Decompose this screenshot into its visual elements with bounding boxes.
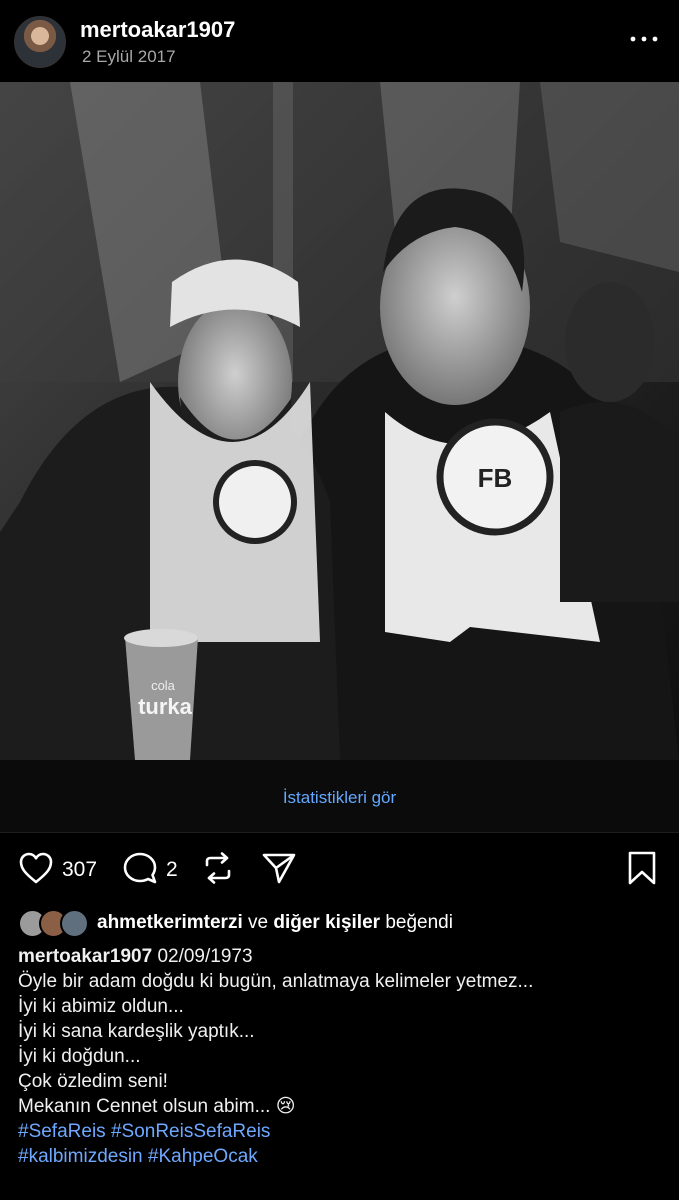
caption-line: İyi ki abimiz oldun... xyxy=(18,996,184,1017)
comment-button[interactable]: 2 xyxy=(122,836,178,904)
liked-by-text: ahmetkerimterzi ve diğer kişiler beğendi xyxy=(97,912,453,934)
caption-line: İyi ki sana kardeşlik yaptık... xyxy=(18,1021,255,1042)
crying-emoji: 😢 xyxy=(275,1096,296,1117)
liked-by-row[interactable]: ahmetkerimterzi ve diğer kişiler beğendi xyxy=(18,906,453,940)
svg-text:FB: FB xyxy=(478,463,513,493)
repost-button[interactable] xyxy=(201,836,235,904)
action-bar: 307 2 xyxy=(0,836,679,904)
hashtag-link[interactable]: #kalbimizdesin xyxy=(18,1146,143,1167)
liked-by-suffix: beğendi xyxy=(385,912,453,933)
comment-count[interactable]: 2 xyxy=(166,858,178,882)
like-count[interactable]: 307 xyxy=(62,858,97,882)
insights-row: İstatistikleri gör xyxy=(0,760,679,832)
hashtag-link[interactable]: #SonReisSefaReis xyxy=(111,1121,270,1142)
like-button[interactable]: 307 xyxy=(18,836,97,904)
post-photo[interactable]: FB cola turka xyxy=(0,82,679,760)
caption-line: Mekanın Cennet olsun abim... xyxy=(18,1096,271,1117)
bookmark-icon[interactable] xyxy=(626,850,658,891)
caption-line: Çok özledim seni! xyxy=(18,1071,168,1092)
profile-avatar[interactable] xyxy=(14,16,66,68)
cup-text-top: cola xyxy=(151,678,176,693)
divider xyxy=(0,832,679,833)
hashtag-link[interactable]: #SefaReis xyxy=(18,1121,106,1142)
share-icon[interactable] xyxy=(261,851,297,890)
save-button[interactable] xyxy=(626,836,658,904)
cup-text-bottom: turka xyxy=(138,694,193,719)
caption-date: 02/09/1973 xyxy=(157,946,253,967)
heart-icon[interactable] xyxy=(18,851,54,890)
share-button[interactable] xyxy=(261,836,297,904)
post-date: 2 Eylül 2017 xyxy=(82,47,176,66)
liked-by-others[interactable]: diğer kişiler xyxy=(273,912,380,933)
caption-username[interactable]: mertoakar1907 xyxy=(18,946,152,967)
post-username[interactable]: mertoakar1907 xyxy=(80,17,235,43)
post-header: mertoakar1907 2 Eylül 2017 xyxy=(0,0,679,82)
view-insights-link[interactable]: İstatistikleri gör xyxy=(0,788,679,808)
liked-by-joiner: ve xyxy=(248,912,269,933)
liker-avatar xyxy=(60,908,89,938)
caption-line: İyi ki doğdun... xyxy=(18,1046,141,1067)
post-caption: mertoakar1907 02/09/1973 Öyle bir adam d… xyxy=(18,944,668,1169)
more-icon[interactable] xyxy=(624,24,664,54)
liked-by-user[interactable]: ahmetkerimterzi xyxy=(97,912,243,933)
comment-icon[interactable] xyxy=(122,851,158,890)
repost-icon[interactable] xyxy=(201,851,235,890)
hashtag-link[interactable]: #KahpeOcak xyxy=(148,1146,258,1167)
caption-line: Öyle bir adam doğdu ki bugün, anlatmaya … xyxy=(18,971,534,992)
